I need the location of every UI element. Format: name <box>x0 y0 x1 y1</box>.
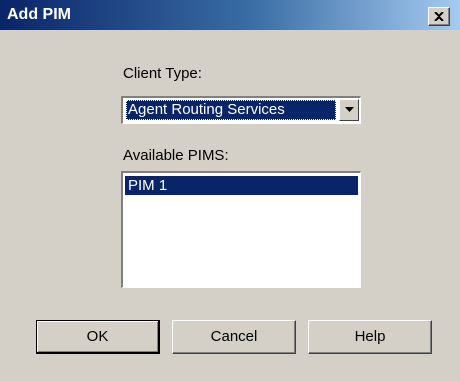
client-type-label: Client Type: <box>123 65 202 82</box>
client-type-dropdown[interactable]: Agent Routing Services <box>121 96 361 124</box>
list-item-pim-1[interactable]: PIM 1 <box>125 176 358 195</box>
ok-button[interactable]: OK <box>36 320 160 354</box>
available-pims-list[interactable]: PIM 1 <box>121 171 361 288</box>
dialog-title: Add PIM <box>7 6 71 23</box>
title-bar[interactable]: Add PIM <box>0 0 460 30</box>
close-icon <box>434 12 444 21</box>
help-button[interactable]: Help <box>308 320 432 354</box>
cancel-button[interactable]: Cancel <box>172 320 296 354</box>
chevron-down-icon <box>345 107 354 112</box>
add-pim-dialog: Add PIM Client Type: Agent Routing Servi… <box>0 0 460 381</box>
client-type-selected-value[interactable]: Agent Routing Services <box>126 100 336 120</box>
close-button[interactable] <box>428 7 450 26</box>
dropdown-arrow-button[interactable] <box>339 99 359 121</box>
available-pims-label: Available PIMS: <box>123 147 229 164</box>
